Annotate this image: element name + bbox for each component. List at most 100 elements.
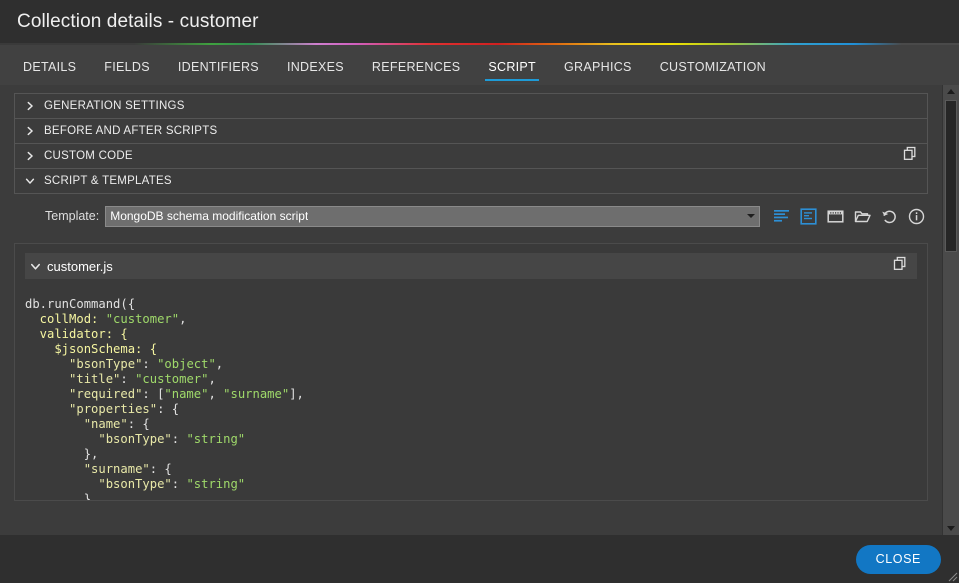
tab-graphics[interactable]: GRAPHICS [554,60,642,85]
copy-icon[interactable] [893,256,908,276]
reset-icon[interactable] [881,208,898,225]
template-label: Template: [45,209,99,223]
code-line: "bsonType": "string" [25,432,927,447]
tab-label: DETAILS [23,60,76,74]
tab-script[interactable]: SCRIPT [478,60,546,85]
info-icon[interactable] [908,208,925,225]
code-token [25,432,98,446]
code-token: : [172,432,187,446]
dialog-title: Collection details - customer [0,11,259,33]
scrollbar-thumb[interactable] [945,100,957,252]
align-text-icon[interactable] [773,208,790,225]
section-header-label: BEFORE AND AFTER SCRIPTS [44,125,217,137]
dialog-titlebar: Collection details - customer [0,0,959,43]
code-line: }, [25,447,927,462]
code-line: }, [25,492,927,500]
triangle-up-icon [947,89,955,94]
open-folder-icon[interactable] [854,208,871,225]
triangle-down-icon [947,526,955,531]
code-token: "name" [84,417,128,431]
code-token: "string" [186,432,245,446]
code-token: "properties" [69,402,157,416]
code-token: "string" [186,477,245,491]
code-token: , [208,387,223,401]
code-token: }, [25,447,98,461]
template-select-arrow[interactable] [742,207,759,226]
code-line: "title": "customer", [25,372,927,387]
tab-label: REFERENCES [372,60,460,74]
section-header-before-and-after-scripts[interactable]: BEFORE AND AFTER SCRIPTS [15,119,927,144]
code-token [25,402,69,416]
chevron-down-icon [747,214,755,218]
editor-filename: customer.js [47,259,113,274]
code-line: "bsonType": "string" [25,477,927,492]
code-token: validator: { [25,327,128,341]
format-document-icon[interactable] [800,208,817,225]
collection-details-dialog: Collection details - customer DETAILS FIE… [0,0,959,583]
code-token: "bsonType" [69,357,142,371]
tab-fields[interactable]: FIELDS [94,60,160,85]
code-token [25,417,84,431]
code-token: "surname" [223,387,289,401]
code-line: $jsonSchema: { [25,342,927,357]
code-token: collMod: [25,312,106,326]
tab-references[interactable]: REFERENCES [362,60,470,85]
scrollbar-track[interactable] [943,98,959,522]
close-button[interactable]: CLOSE [856,545,941,574]
code-token: db.runCommand({ [25,297,135,311]
section-header-generation-settings[interactable]: GENERATION SETTINGS [15,94,927,119]
database-icon[interactable] [827,208,844,225]
tab-label: IDENTIFIERS [178,60,259,74]
code-token: : [142,357,157,371]
scroll-up-arrow-icon[interactable] [943,85,959,98]
chevron-right-icon [21,97,39,115]
code-token: $jsonSchema: { [25,342,157,356]
tab-label: INDEXES [287,60,344,74]
chevron-right-icon [21,122,39,140]
accordion-sections: GENERATION SETTINGS BEFORE AND AFTER SCRI… [14,93,928,194]
dialog-body: GENERATION SETTINGS BEFORE AND AFTER SCRI… [0,85,959,535]
tab-indexes[interactable]: INDEXES [277,60,354,85]
code-token [25,387,69,401]
code-line: "required": ["name", "surname"], [25,387,927,402]
tab-bar: DETAILS FIELDS IDENTIFIERS INDEXES REFERENCE… [0,45,959,85]
code-token: "required" [69,387,142,401]
editor-file-header[interactable]: customer.js [25,253,917,279]
code-token: : [172,477,187,491]
chevron-down-icon [21,172,39,190]
code-token: , [208,372,215,386]
tab-customization[interactable]: CUSTOMIZATION [650,60,776,85]
code-line: "bsonType": "object", [25,357,927,372]
tab-label: CUSTOMIZATION [660,60,766,74]
code-token: , [179,312,186,326]
copy-icon[interactable] [903,146,918,166]
section-header-custom-code[interactable]: CUSTOM CODE [15,144,927,169]
template-select[interactable]: MongoDB schema modification script [105,206,760,227]
script-tab-content: GENERATION SETTINGS BEFORE AND AFTER SCRI… [0,85,942,535]
code-line: collMod: "customer", [25,312,927,327]
code-content[interactable]: db.runCommand({ collMod: "customer", val… [15,279,927,500]
dialog-footer: CLOSE [0,535,959,583]
code-token: : { [157,402,179,416]
template-select-value: MongoDB schema modification script [106,209,308,223]
code-token [25,372,69,386]
section-header-label: CUSTOM CODE [44,150,133,162]
code-token: : [ [142,387,164,401]
tab-identifiers[interactable]: IDENTIFIERS [168,60,269,85]
scroll-down-arrow-icon[interactable] [943,522,959,535]
vertical-scrollbar[interactable] [942,85,959,535]
code-token: "bsonType" [98,432,171,446]
tab-details[interactable]: DETAILS [13,60,86,85]
section-header-label: GENERATION SETTINGS [44,100,185,112]
code-token: ], [289,387,304,401]
code-token: "customer" [135,372,208,386]
code-token: "object" [157,357,216,371]
resize-grip-icon[interactable] [945,569,958,582]
code-token: "name" [164,387,208,401]
section-header-script-templates[interactable]: SCRIPT & TEMPLATES [15,169,927,194]
script-editor-panel: customer.js db.runCommand({ collMod: "cu… [14,243,928,501]
code-token: "bsonType" [98,477,171,491]
code-line: db.runCommand({ [25,297,927,312]
code-token: : { [150,462,172,476]
code-token: "title" [69,372,120,386]
